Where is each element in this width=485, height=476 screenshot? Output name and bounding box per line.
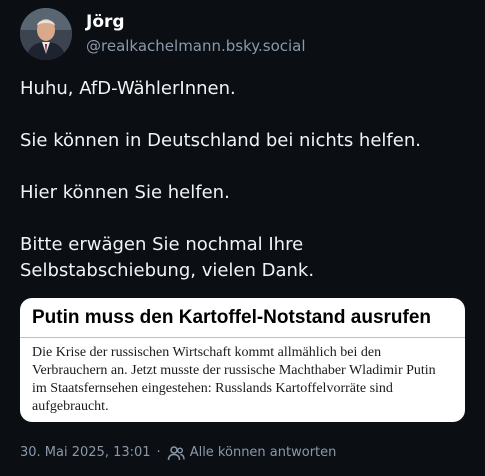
- article-excerpt: Die Krise der russischen Wirtschaft komm…: [32, 345, 436, 414]
- post-paragraph: Sie können in Deutschland bei nichts hel…: [20, 130, 421, 151]
- author-display-name[interactable]: Jörg: [86, 11, 306, 33]
- post-paragraph: Hier können Sie helfen.: [20, 182, 230, 203]
- article-headline: Putin muss den Kartoffel-Notstand ausruf…: [32, 307, 432, 328]
- embedded-image[interactable]: Putin muss den Kartoffel-Notstand ausruf…: [20, 298, 465, 422]
- avatar-portrait: [20, 8, 72, 60]
- divider: [20, 337, 465, 338]
- people-icon: [167, 446, 185, 461]
- post-view: Jörg @realkachelmann.bsky.social Huhu, A…: [0, 0, 485, 476]
- author-names: Jörg @realkachelmann.bsky.social: [86, 11, 306, 57]
- post-header: Jörg @realkachelmann.bsky.social: [20, 8, 306, 60]
- post-paragraph: Bitte erwägen Sie nochmal Ihre Selbstabs…: [20, 234, 315, 281]
- post-body: Huhu, AfD-WählerInnen. Sie können in Deu…: [20, 76, 465, 284]
- reply-setting[interactable]: Alle können antworten: [190, 444, 337, 462]
- post-footer: 30. Mai 2025, 13:01 · Alle können antwor…: [20, 444, 336, 462]
- user-avatar-icon[interactable]: [20, 8, 72, 60]
- post-paragraph: Huhu, AfD-WählerInnen.: [20, 78, 236, 99]
- author-handle[interactable]: @realkachelmann.bsky.social: [86, 35, 306, 57]
- separator: ·: [156, 445, 161, 460]
- post-timestamp[interactable]: 30. Mai 2025, 13:01: [20, 444, 151, 462]
